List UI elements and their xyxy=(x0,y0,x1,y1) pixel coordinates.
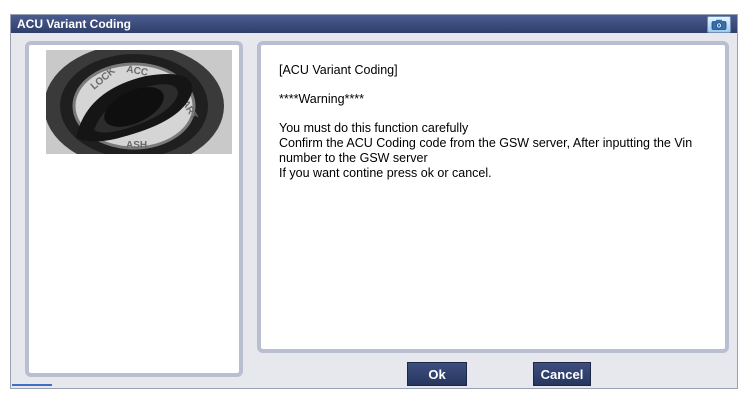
title-bar: ACU Variant Coding xyxy=(11,15,737,33)
ignition-key-switch-icon: LOCK ACC START ASH xyxy=(44,44,232,168)
image-panel: LOCK ACC START ASH xyxy=(25,41,243,377)
ok-button[interactable]: Ok xyxy=(407,362,467,386)
message-panel: [ACU Variant Coding] ****Warning**** You… xyxy=(257,41,729,353)
message-text: [ACU Variant Coding] ****Warning**** You… xyxy=(279,63,709,181)
message-line: Confirm the ACU Coding code from the GSW… xyxy=(279,136,693,165)
divider xyxy=(12,384,52,386)
dialog-window: ACU Variant Coding LOCK ACC START ASH [A… xyxy=(10,14,738,389)
dial-label-ash: ASH xyxy=(126,140,147,151)
message-line: If you want contine press ok or cancel. xyxy=(279,166,492,180)
message-heading: [ACU Variant Coding] xyxy=(279,63,398,77)
window-title: ACU Variant Coding xyxy=(17,17,132,31)
cancel-button[interactable]: Cancel xyxy=(533,362,591,386)
message-line: You must do this function carefully xyxy=(279,121,469,135)
camera-icon[interactable] xyxy=(707,16,731,33)
warning-text: ****Warning**** xyxy=(279,92,364,106)
